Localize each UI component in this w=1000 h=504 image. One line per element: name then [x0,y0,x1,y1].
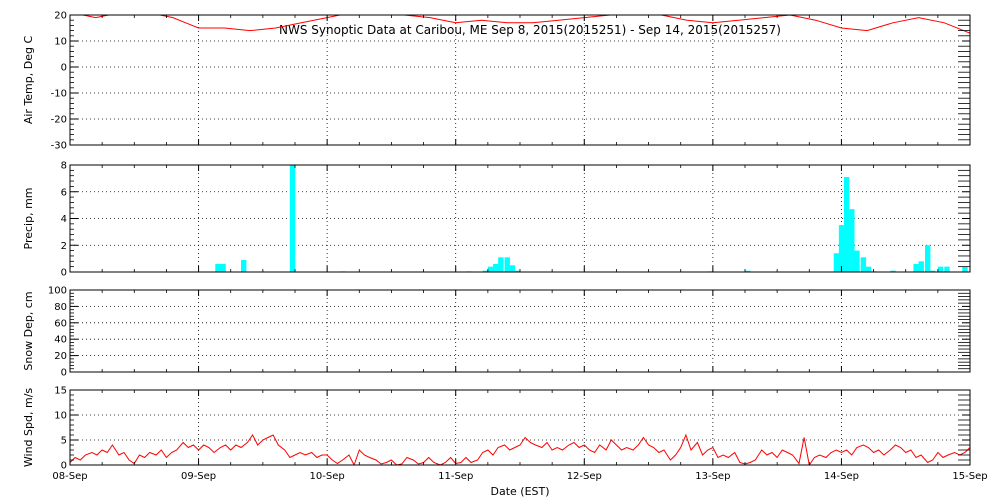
precip-bar [493,263,499,272]
y-axis-label: Snow Dep, cm [22,291,35,370]
x-tick-label: 08-Sep [52,471,87,482]
y-tick-label: 5 [61,436,67,447]
precip-bar [289,165,296,272]
y-tick-label: 20 [54,11,67,22]
panel-wind-speed: 0 5 10 15 Wind Spd, m/s [22,386,971,472]
x-tick-label: 13-Sep [695,471,730,482]
y-tick-label: 10 [54,37,67,48]
precip-bar [865,266,872,272]
precip-bar [913,263,919,272]
precip-bar [925,245,931,272]
precip-bar [918,261,924,272]
y-tick-label: -30 [51,141,67,152]
y-tick-label: 0 [61,461,67,472]
y-tick-label: 100 [48,286,67,297]
precip-bar [241,259,247,272]
y-tick-label: 10 [54,411,67,422]
precip-bar [937,266,944,272]
y-tick-label: -10 [51,89,67,100]
y-tick-label: 4 [61,214,67,225]
x-tick-label: 09-Sep [181,471,216,482]
precip-bar [215,263,221,272]
y-tick-label: 40 [54,335,67,346]
y-axis-label: Wind Spd, m/s [22,388,35,468]
synoptic-chart: NWS Synoptic Data at Caribou, ME Sep 8, … [22,11,988,499]
precip-bar [487,266,494,272]
y-tick-label: 0 [61,268,67,279]
precip-bar [838,225,845,272]
y-axis-label: Air Temp, Deg C [22,36,35,125]
panel-snow-depth: 0 20 40 60 80 100 Snow Dep, cm [22,286,971,379]
x-tick-label: 11-Sep [438,471,473,482]
y-tick-label: 60 [54,318,67,329]
precip-bar [498,257,504,272]
x-tick-label: 10-Sep [310,471,345,482]
x-tick-label: 15-Sep [952,471,987,482]
y-tick-label: 8 [61,161,67,172]
precip-bar [833,253,840,272]
synoptic-chart-figure: NWS Synoptic Data at Caribou, ME Sep 8, … [0,0,1000,500]
precip-bar [860,257,867,272]
y-tick-label: 15 [54,386,67,397]
precip-bar [844,177,850,272]
x-tick-label: 14-Sep [824,471,859,482]
precip-bar [504,257,510,272]
y-tick-label: 6 [61,187,67,198]
y-tick-label: 0 [61,368,67,379]
panel-precip: 0 2 4 6 8 Precip, mm [22,161,971,279]
chart-title: NWS Synoptic Data at Caribou, ME Sep 8, … [279,23,781,37]
panel-frame [69,289,971,373]
y-tick-label: 0 [61,63,67,74]
precip-bar [944,266,950,272]
precip-bar [854,250,860,272]
x-tick-label: 12-Sep [567,471,602,482]
y-axis-label: Precip, mm [22,188,35,250]
panel-frame [69,389,971,466]
precip-bar [220,263,226,272]
precip-bar [509,265,516,272]
y-tick-label: -20 [51,115,67,126]
panel-data-wind-speed [70,433,970,465]
y-tick-label: 80 [54,302,67,313]
y-tick-label: 2 [61,241,67,252]
x-axis-label: Date (EST) [490,485,549,498]
precip-bar [849,209,855,272]
precip-bar [962,266,968,272]
wind-speed-line [70,433,970,465]
y-tick-label: 20 [54,351,67,362]
